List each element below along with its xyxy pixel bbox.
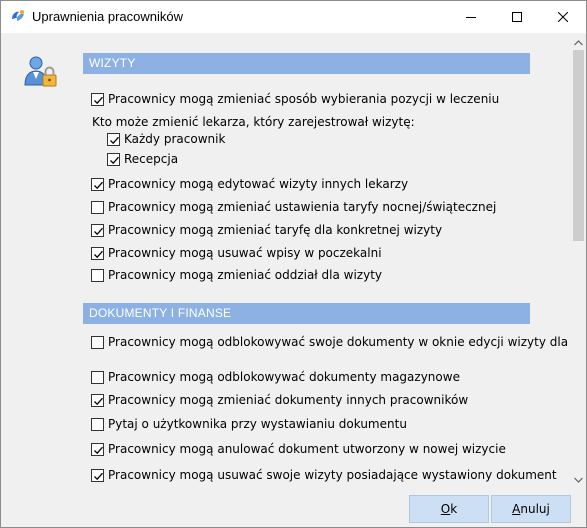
user-lock-icon — [23, 55, 59, 89]
close-button[interactable] — [540, 1, 586, 33]
checkbox-change-other-employees-documents[interactable]: Pracownicy mogą zmieniać dokumenty innyc… — [91, 392, 468, 408]
checkbox-delete-waiting-room-entries[interactable]: Pracownicy mogą usuwać wpisy w poczekaln… — [91, 245, 382, 261]
scroll-up-button[interactable] — [571, 33, 586, 50]
section-header-visits: WIZYTY — [83, 53, 530, 74]
cancel-button-label: Anuluj — [512, 502, 550, 516]
checkbox-label: Pracownicy mogą zmieniać sposób wybieran… — [108, 92, 500, 106]
scrollbar-thumb[interactable] — [573, 50, 584, 241]
close-icon — [558, 12, 568, 22]
title-bar: Uprawnienia pracowników — [1, 1, 586, 33]
checkbox-label: Pracownicy mogą zmieniać taryfę dla konk… — [108, 223, 443, 237]
checkbox-ask-user-on-document[interactable]: Pytaj o użytkownika przy wystawianiu dok… — [91, 416, 407, 432]
checkbox-every-employee[interactable]: Każdy pracownik — [107, 131, 225, 147]
checkbox-label: Każdy pracownik — [124, 132, 226, 146]
checkbox-box[interactable] — [91, 468, 104, 482]
checkbox-box[interactable] — [91, 246, 104, 260]
checkbox-label: Pracownicy mogą odblokowywać dokumenty m… — [108, 370, 460, 384]
checkbox-unlock-warehouse-documents[interactable]: Pracownicy mogą odblokowywać dokumenty m… — [91, 369, 460, 385]
checkbox-cancel-document-new-visit[interactable]: Pracownicy mogą anulować dokument utworz… — [91, 441, 506, 457]
checkbox-label: Pracownicy mogą anulować dokument utworz… — [108, 442, 506, 456]
checkbox-unlock-own-documents[interactable]: Pracownicy mogą odblokowywać swoje dokum… — [91, 334, 568, 350]
checkbox-label: Pracownicy mogą edytować wizyty innych l… — [108, 177, 409, 191]
checkbox-change-visit-tariff[interactable]: Pracownicy mogą zmieniać taryfę dla konk… — [91, 222, 442, 238]
ok-button[interactable]: Ok — [409, 495, 489, 523]
checkbox-box[interactable] — [91, 442, 104, 456]
checkbox-box[interactable] — [91, 417, 104, 431]
checkbox-box[interactable] — [91, 370, 104, 384]
checkbox-change-visit-department[interactable]: Pracownicy mogą zmieniać oddział dla wiz… — [91, 267, 382, 283]
change-doctor-question: Kto może zmienić lekarza, który zarejest… — [92, 115, 415, 129]
maximize-icon — [512, 12, 522, 22]
checkbox-box[interactable] — [107, 132, 120, 146]
section-header-documents: DOKUMENTY I FINANSE — [83, 303, 530, 324]
permissions-window: Uprawnienia pracowników WIZYTY Pracownic… — [0, 0, 587, 528]
checkbox-label: Pracownicy mogą zmieniać ustawienia tary… — [108, 200, 497, 214]
checkbox-change-position-selection[interactable]: Pracownicy mogą zmieniać sposób wybieran… — [91, 91, 499, 107]
vertical-scrollbar[interactable] — [571, 33, 586, 487]
checkbox-box[interactable] — [107, 152, 120, 166]
checkbox-box[interactable] — [91, 335, 104, 349]
checkbox-reception[interactable]: Recepcja — [107, 151, 178, 167]
checkbox-label: Pracownicy mogą usuwać wpisy w poczekaln… — [108, 246, 382, 260]
checkbox-box[interactable] — [91, 92, 104, 106]
cancel-button[interactable]: Anuluj — [491, 495, 571, 523]
checkbox-box[interactable] — [91, 268, 104, 282]
checkbox-box[interactable] — [91, 393, 104, 407]
scroll-down-arrow-icon — [574, 472, 583, 486]
dialog-button-bar: Ok Anuluj — [1, 487, 586, 527]
checkbox-label: Recepcja — [124, 152, 179, 166]
window-title: Uprawnienia pracowników — [32, 9, 184, 24]
checkbox-box[interactable] — [91, 200, 104, 214]
permissions-panel: WIZYTY Pracownicy mogą zmieniać sposób w… — [1, 33, 571, 487]
ok-button-label: Ok — [440, 502, 458, 516]
checkbox-label: Pracownicy mogą zmieniać dokumenty innyc… — [108, 393, 469, 407]
checkbox-delete-visits-with-document[interactable]: Pracownicy mogą usuwać swoje wizyty posi… — [91, 467, 557, 483]
scroll-up-arrow-icon — [574, 35, 583, 49]
maximize-button[interactable] — [494, 1, 540, 33]
checkbox-label: Pracownicy mogą zmieniać oddział dla wiz… — [108, 268, 383, 282]
checkbox-label: Pracownicy mogą usuwać swoje wizyty posi… — [108, 468, 557, 482]
minimize-button[interactable] — [448, 1, 494, 33]
checkbox-night-holiday-tariff[interactable]: Pracownicy mogą zmieniać ustawienia tary… — [91, 199, 496, 215]
checkbox-label: Pytaj o użytkownika przy wystawianiu dok… — [108, 417, 407, 431]
checkbox-label: Pracownicy mogą odblokowywać swoje dokum… — [108, 335, 569, 349]
app-logo-icon — [10, 9, 26, 25]
minimize-icon — [466, 12, 476, 22]
checkbox-edit-other-doctors-visits[interactable]: Pracownicy mogą edytować wizyty innych l… — [91, 176, 408, 192]
checkbox-box[interactable] — [91, 177, 104, 191]
scroll-down-button[interactable] — [571, 470, 586, 487]
checkbox-box[interactable] — [91, 223, 104, 237]
